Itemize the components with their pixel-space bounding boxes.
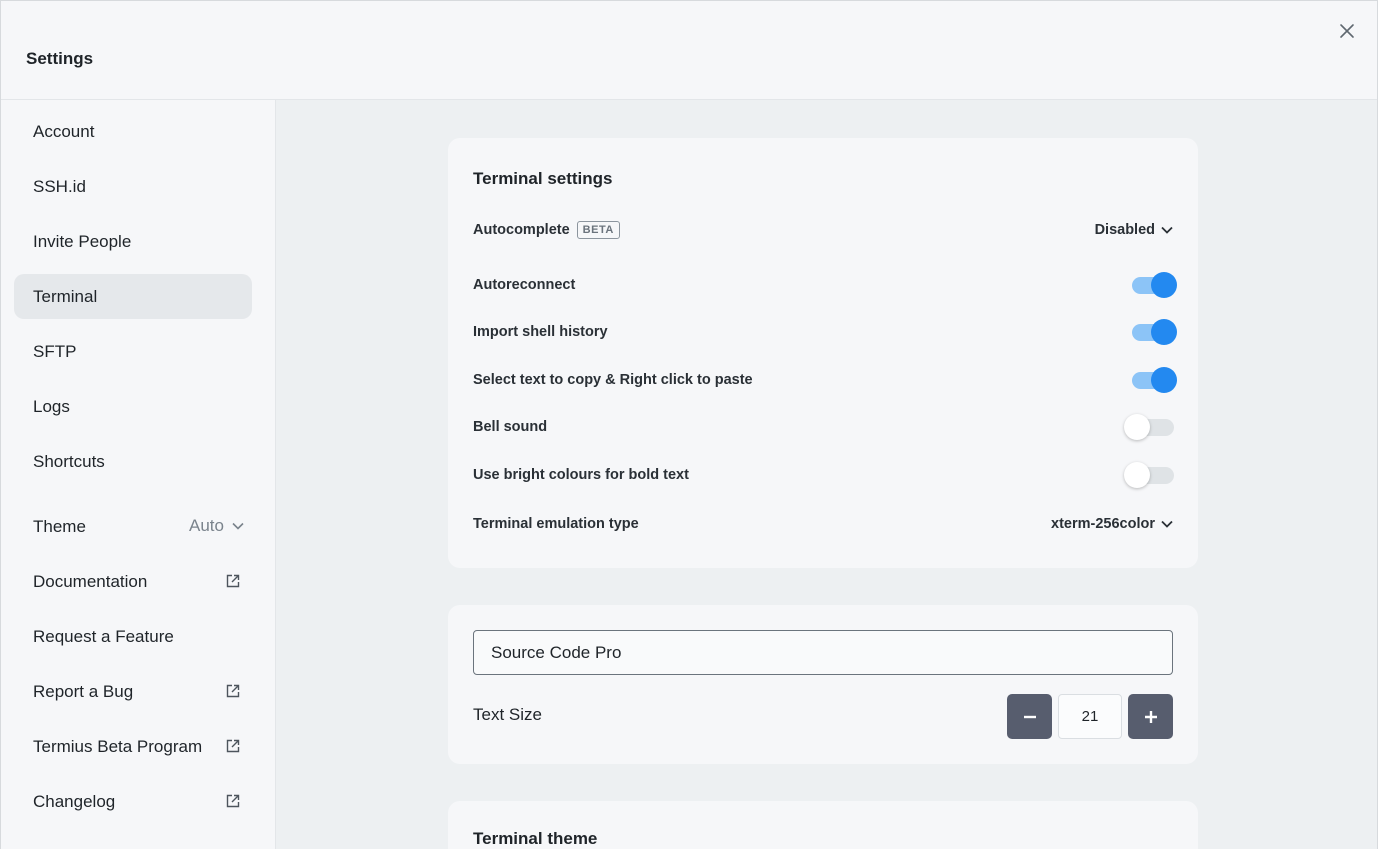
plus-icon xyxy=(1144,710,1157,723)
external-link-icon xyxy=(226,684,240,698)
sidebar-item-label: Invite People xyxy=(33,231,132,251)
sidebar-item-label: Request a Feature xyxy=(33,626,174,646)
autoreconnect-toggle[interactable] xyxy=(1129,272,1177,298)
sidebar-item-terminal[interactable]: Terminal xyxy=(14,274,252,319)
settings-sidebar: Account SSH.id Invite People Terminal SF… xyxy=(1,100,276,849)
minus-icon xyxy=(1023,715,1036,718)
bright-bold-toggle[interactable] xyxy=(1124,462,1177,488)
theme-dropdown[interactable]: Auto xyxy=(189,516,244,536)
sidebar-item-label: Termius Beta Program xyxy=(33,736,203,756)
chevron-down-icon xyxy=(232,522,244,530)
font-family-input[interactable] xyxy=(473,630,1173,675)
card-title: Terminal theme xyxy=(473,829,598,848)
autoreconnect-row: Autoreconnect xyxy=(473,272,1177,298)
sidebar-item-logs[interactable]: Logs xyxy=(14,384,252,429)
external-link-icon xyxy=(226,739,240,753)
sidebar-item-label: Documentation xyxy=(33,571,148,591)
settings-header: Settings xyxy=(1,1,1377,100)
settings-content: Terminal settings Autocomplete BETA Disa… xyxy=(276,100,1377,849)
external-link-icon xyxy=(226,794,240,808)
sidebar-item-label: Shortcuts xyxy=(33,451,105,471)
sidebar-item-invite-people[interactable]: Invite People xyxy=(14,219,252,264)
beta-badge: BETA xyxy=(576,221,620,239)
autoreconnect-label: Autoreconnect xyxy=(473,277,576,293)
sidebar-item-label: Changelog xyxy=(33,791,116,811)
font-settings-card: Text Size xyxy=(448,605,1198,764)
emulation-dropdown[interactable]: xterm-256color xyxy=(1051,512,1173,536)
page-title: Settings xyxy=(26,49,94,68)
bell-sound-row: Bell sound xyxy=(473,414,1174,440)
card-title: Terminal settings xyxy=(473,169,613,188)
emulation-value: xterm-256color xyxy=(1051,516,1155,532)
sidebar-item-label: Logs xyxy=(33,396,70,416)
select-copy-label: Select text to copy & Right click to pas… xyxy=(473,372,753,388)
sidebar-item-beta-program[interactable]: Termius Beta Program xyxy=(14,724,252,769)
terminal-theme-card: Terminal theme xyxy=(448,801,1198,849)
autocomplete-label: Autocomplete xyxy=(473,222,570,238)
increase-size-button[interactable] xyxy=(1128,694,1173,739)
sidebar-item-sftp[interactable]: SFTP xyxy=(14,329,252,374)
sidebar-item-report-bug[interactable]: Report a Bug xyxy=(14,669,252,714)
sidebar-item-label: Theme xyxy=(33,516,86,536)
autocomplete-dropdown[interactable]: Disabled xyxy=(1095,218,1173,242)
bell-sound-toggle[interactable] xyxy=(1124,414,1177,440)
emulation-row: Terminal emulation type xterm-256color xyxy=(473,512,1173,536)
sidebar-item-label: Terminal xyxy=(33,286,98,306)
sidebar-item-account[interactable]: Account xyxy=(14,109,252,154)
settings-window: Settings Account SSH.id Invite People Te… xyxy=(0,0,1378,849)
close-button[interactable] xyxy=(1337,21,1357,41)
toggle-knob xyxy=(1151,319,1177,345)
sidebar-item-label: SSH.id xyxy=(33,176,86,196)
select-copy-toggle[interactable] xyxy=(1129,367,1177,393)
terminal-settings-card: Terminal settings Autocomplete BETA Disa… xyxy=(448,138,1198,568)
sidebar-item-label: SFTP xyxy=(33,341,77,361)
text-size-label: Text Size xyxy=(473,705,542,724)
import-history-label: Import shell history xyxy=(473,324,608,340)
autocomplete-row: Autocomplete BETA Disabled xyxy=(473,218,1173,242)
external-link-icon xyxy=(226,574,240,588)
decrease-size-button[interactable] xyxy=(1007,694,1052,739)
chevron-down-icon xyxy=(1161,226,1173,234)
toggle-knob xyxy=(1151,367,1177,393)
bright-bold-row: Use bright colours for bold text xyxy=(473,462,1174,488)
bright-bold-label: Use bright colours for bold text xyxy=(473,467,689,483)
sidebar-item-shortcuts[interactable]: Shortcuts xyxy=(14,439,252,484)
text-size-input[interactable] xyxy=(1058,694,1122,739)
sidebar-item-theme[interactable]: Theme Auto xyxy=(14,504,252,549)
toggle-knob xyxy=(1124,462,1150,488)
toggle-knob xyxy=(1124,414,1150,440)
theme-value: Auto xyxy=(189,516,224,535)
autocomplete-value: Disabled xyxy=(1094,222,1155,238)
chevron-down-icon xyxy=(1161,520,1173,528)
sidebar-item-label: Account xyxy=(33,121,95,141)
sidebar-item-request-feature[interactable]: Request a Feature xyxy=(14,614,252,659)
import-history-row: Import shell history xyxy=(473,319,1177,345)
import-history-toggle[interactable] xyxy=(1129,319,1177,345)
bell-sound-label: Bell sound xyxy=(473,419,548,435)
toggle-knob xyxy=(1151,272,1177,298)
sidebar-item-label: Report a Bug xyxy=(33,681,134,701)
sidebar-item-ssh-id[interactable]: SSH.id xyxy=(14,164,252,209)
emulation-label: Terminal emulation type xyxy=(473,516,639,532)
select-copy-row: Select text to copy & Right click to pas… xyxy=(473,367,1177,393)
sidebar-item-documentation[interactable]: Documentation xyxy=(14,559,252,604)
sidebar-item-changelog[interactable]: Changelog xyxy=(14,779,252,824)
close-icon xyxy=(1340,24,1354,38)
